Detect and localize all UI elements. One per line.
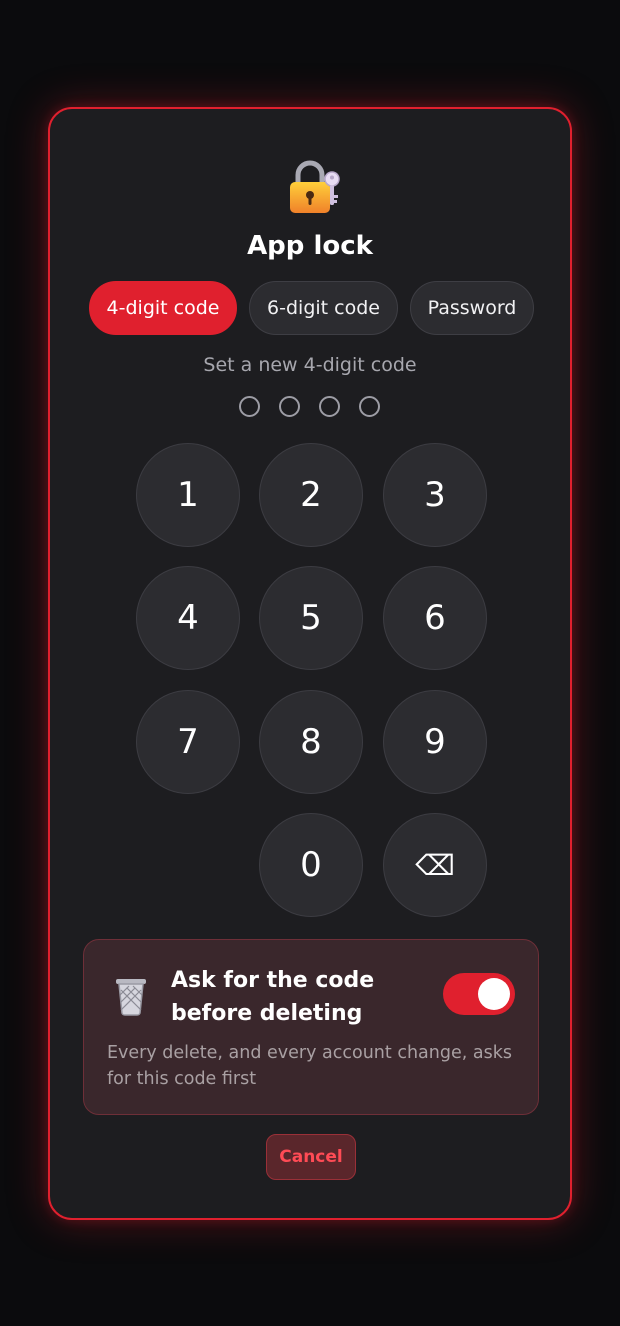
tab-6-digit-code[interactable]: 6-digit code — [249, 281, 398, 335]
tab-password[interactable]: Password — [410, 281, 534, 335]
key-5[interactable]: 5 — [259, 566, 363, 670]
delete-protection-card: Ask for the code before deleting Every d… — [83, 939, 539, 1115]
key-8[interactable]: 8 — [259, 690, 363, 794]
key-3[interactable]: 3 — [383, 443, 487, 547]
delete-protection-toggle[interactable] — [443, 973, 515, 1015]
code-dot — [239, 396, 260, 417]
code-dot — [279, 396, 300, 417]
code-dot — [319, 396, 340, 417]
app-lock-dialog: App lock 4-digit code 6-digit code Passw… — [48, 107, 572, 1220]
toggle-knob — [478, 978, 510, 1010]
tab-4-digit-code[interactable]: 4-digit code — [89, 281, 237, 335]
delete-protection-description: Every delete, and every account change, … — [107, 1043, 512, 1089]
key-2[interactable]: 2 — [259, 443, 363, 547]
backspace-icon: ⌫ — [415, 848, 455, 882]
code-dot — [359, 396, 380, 417]
key-7[interactable]: 7 — [136, 690, 240, 794]
code-prompt: Set a new 4-digit code — [203, 354, 417, 376]
key-0[interactable]: 0 — [259, 813, 363, 917]
key-6[interactable]: 6 — [383, 566, 487, 670]
wastebasket-icon — [116, 979, 146, 1016]
key-4[interactable]: 4 — [136, 566, 240, 670]
key-9[interactable]: 9 — [383, 690, 487, 794]
key-1[interactable]: 1 — [136, 443, 240, 547]
delete-protection-title: Ask for the code before deleting — [171, 968, 375, 1026]
lock-with-key-icon — [290, 160, 340, 213]
backspace-key[interactable]: ⌫ — [383, 813, 487, 917]
dialog-title: App lock — [247, 231, 373, 261]
cancel-button[interactable]: Cancel — [266, 1134, 356, 1180]
code-dots — [239, 396, 383, 418]
